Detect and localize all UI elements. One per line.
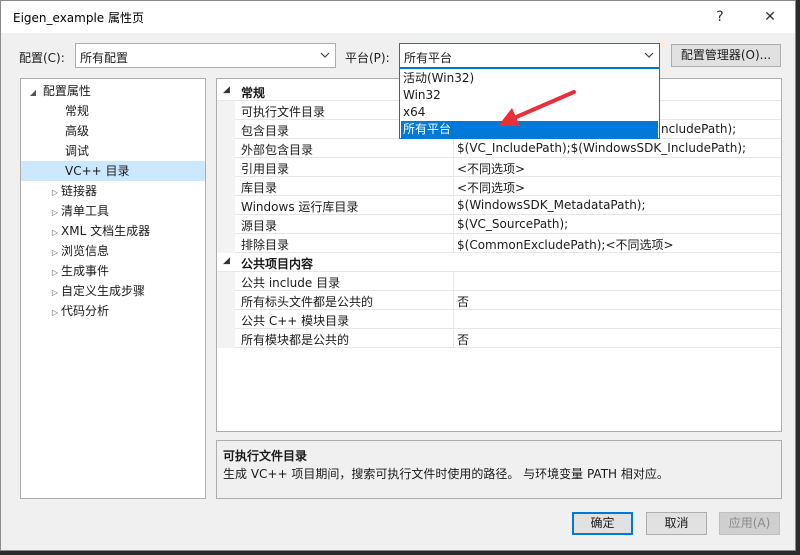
property-pages-dialog: Eigen_example 属性页 ? ✕ 配置(C): 所有配置 平台(P):…: [0, 0, 796, 551]
grid-row[interactable]: 引用目录 <不同选项>: [217, 158, 781, 177]
config-combo[interactable]: 所有配置: [75, 43, 336, 68]
help-button[interactable]: ?: [707, 5, 733, 29]
tree-item-linker[interactable]: ▷ 链接器: [49, 181, 97, 201]
tree-item-label: 浏览信息: [61, 244, 110, 258]
tree-item-manifest-tool[interactable]: ▷ 清单工具: [49, 201, 109, 221]
platform-option-active-win32[interactable]: 活动(Win32): [401, 70, 658, 87]
collapsed-triangle-icon: ▷: [51, 268, 59, 277]
collapsed-triangle-icon: ▷: [51, 208, 59, 217]
grid-row[interactable]: 源目录 $(VC_SourcePath);: [217, 215, 781, 234]
tree-item-config-properties[interactable]: ◢ 配置属性: [27, 81, 91, 101]
chevron-down-icon: [320, 52, 330, 58]
grid-row[interactable]: 公共 include 目录: [217, 272, 781, 291]
window-title: Eigen_example 属性页: [13, 11, 144, 25]
grid-section-public-project-content[interactable]: ◢ 公共项目内容: [217, 253, 781, 272]
tree-item-general[interactable]: 常规: [65, 101, 89, 121]
tree-item-custom-build-step[interactable]: ▷ 自定义生成步骤: [49, 281, 145, 301]
grid-row[interactable]: 外部包含目录 $(VC_IncludePath);$(WindowsSDK_Inc…: [217, 139, 781, 158]
tree-item-label: 自定义生成步骤: [61, 284, 146, 298]
grid-row[interactable]: 排除目录 $(CommonExcludePath);<不同选项>: [217, 234, 781, 253]
tree-item-label: 代码分析: [61, 304, 110, 318]
tree-item-code-analysis[interactable]: ▷ 代码分析: [49, 301, 109, 321]
collapsed-triangle-icon: ▷: [51, 308, 59, 317]
platform-combo[interactable]: 所有平台: [399, 43, 660, 68]
platform-dropdown-list: 活动(Win32) Win32 x64 所有平台: [399, 68, 660, 139]
title-bar: Eigen_example 属性页 ? ✕: [1, 1, 795, 33]
description-panel: 可执行文件目录 生成 VC++ 项目期间，搜索可执行文件时使用的路径。 与环境变…: [216, 440, 782, 499]
tree-item-label: XML 文档生成器: [61, 224, 151, 238]
tree-item-label: 生成事件: [61, 264, 110, 278]
collapsed-triangle-icon: ▷: [51, 248, 59, 257]
tree-item-debugging[interactable]: 调试: [65, 141, 89, 161]
section-title: 公共项目内容: [241, 257, 314, 271]
tree-item-vc-directories[interactable]: VC++ 目录: [21, 161, 205, 181]
grid-row[interactable]: 所有标头文件都是公共的否: [217, 291, 781, 310]
platform-option-win32[interactable]: Win32: [401, 87, 658, 104]
platform-option-x64[interactable]: x64: [401, 104, 658, 121]
tree-item-xml-doc-generator[interactable]: ▷ XML 文档生成器: [49, 221, 150, 241]
collapsed-triangle-icon: ▷: [51, 228, 59, 237]
grid-row[interactable]: Windows 运行库目录 $(WindowsSDK_MetadataPath);: [217, 196, 781, 215]
expanded-triangle-icon: ◢: [223, 85, 230, 95]
ok-button[interactable]: 确定: [572, 512, 633, 535]
platform-label: 平台(P):: [345, 51, 390, 65]
tree-item-advanced[interactable]: 高级: [65, 121, 89, 141]
config-label: 配置(C):: [19, 51, 65, 65]
section-title: 常规: [241, 86, 266, 100]
description-text: 生成 VC++ 项目期间，搜索可执行文件时使用的路径。 与环境变量 PATH 相…: [223, 467, 669, 481]
close-button[interactable]: ✕: [757, 5, 783, 29]
apply-button[interactable]: 应用(A): [719, 512, 780, 535]
platform-option-all-platforms[interactable]: 所有平台: [401, 121, 658, 138]
platform-combo-value: 所有平台: [404, 51, 453, 65]
cancel-button[interactable]: 取消: [646, 512, 707, 535]
description-title: 可执行文件目录: [223, 449, 308, 463]
tree-item-build-events[interactable]: ▷ 生成事件: [49, 261, 109, 281]
collapsed-triangle-icon: ▷: [51, 288, 59, 297]
collapsed-triangle-icon: ▷: [51, 188, 59, 197]
tree-item-label: 清单工具: [61, 204, 110, 218]
config-combo-value: 所有配置: [80, 51, 129, 65]
grid-row[interactable]: 所有模块都是公共的否: [217, 329, 781, 348]
expanded-triangle-icon: ◢: [223, 256, 230, 266]
tree-item-browse-info[interactable]: ▷ 浏览信息: [49, 241, 109, 261]
grid-row[interactable]: 库目录 <不同选项>: [217, 177, 781, 196]
tree-item-label: 链接器: [61, 184, 98, 198]
config-manager-button[interactable]: 配置管理器(O)...: [671, 44, 781, 67]
chevron-down-icon: [644, 52, 654, 58]
tree-item-label: 配置属性: [42, 84, 91, 98]
expanded-triangle-icon: ◢: [29, 88, 37, 97]
grid-row[interactable]: 公共 C++ 模块目录: [217, 310, 781, 329]
property-tree: ◢ 配置属性 常规 高级 调试 VC++ 目录 ▷ 链接器 ▷ 清单工具 ▷ XML …: [20, 78, 206, 499]
